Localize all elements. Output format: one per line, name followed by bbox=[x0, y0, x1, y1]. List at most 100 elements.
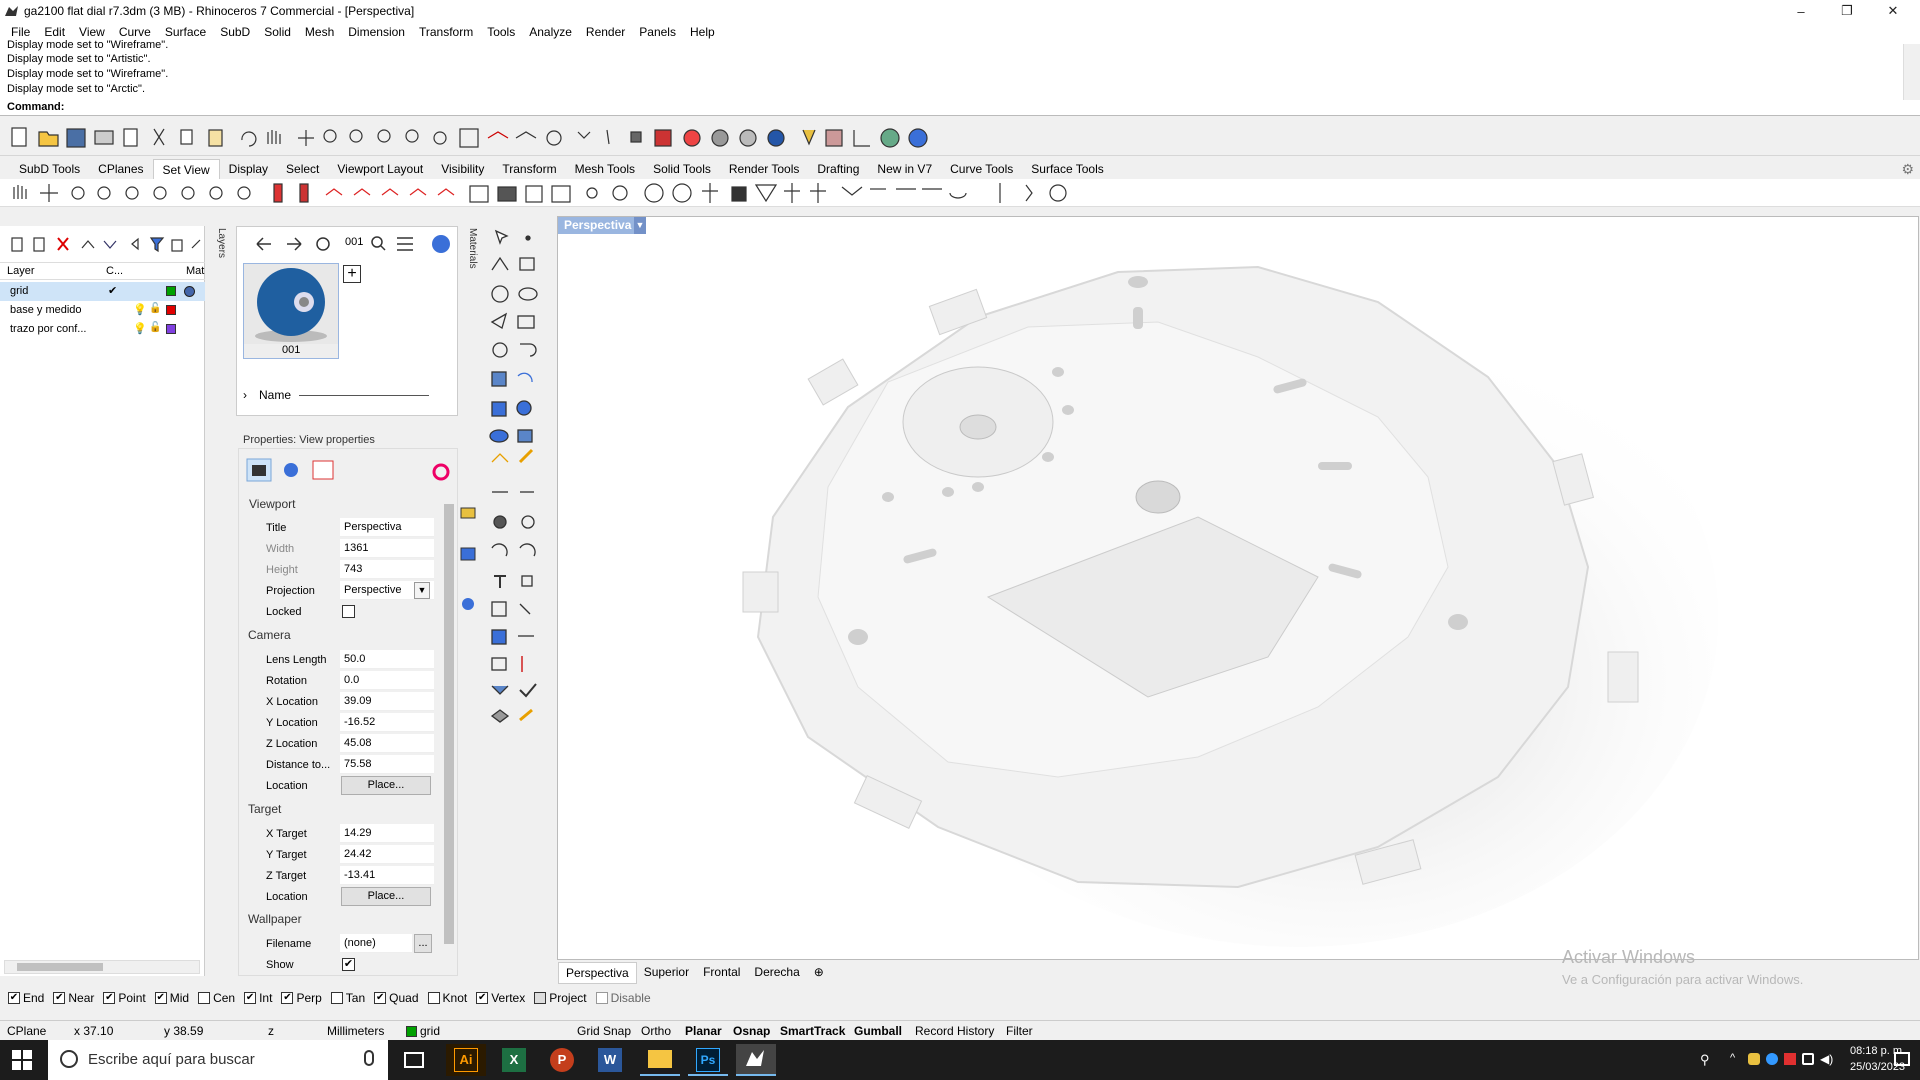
person-icon[interactable]: ⚲ bbox=[1700, 1052, 1710, 1068]
menu-tools[interactable]: Tools bbox=[480, 22, 522, 42]
layer-row-trazo[interactable]: trazo por conf... 💡 🔓 bbox=[0, 320, 205, 339]
osnap-checkbox[interactable] bbox=[534, 992, 547, 1004]
menu-panels[interactable]: Panels bbox=[632, 22, 683, 42]
menu-solid[interactable]: Solid bbox=[257, 22, 298, 42]
place-target-button[interactable]: Place... bbox=[341, 887, 431, 906]
microphone-icon[interactable] bbox=[364, 1050, 374, 1066]
filter-toggle[interactable]: Filter bbox=[1006, 1024, 1033, 1038]
layer-material-icon[interactable] bbox=[184, 286, 195, 297]
illustrator-app-icon[interactable]: Ai bbox=[446, 1044, 486, 1076]
tab-new-in-v7[interactable]: New in V7 bbox=[868, 159, 941, 179]
viewport-tab-perspectiva[interactable]: Perspectiva bbox=[558, 962, 637, 984]
tray-app-icon[interactable] bbox=[1748, 1053, 1760, 1065]
layer-row-base-y-medido[interactable]: base y medido 💡 🔓 bbox=[0, 301, 205, 320]
add-viewport-tab-icon[interactable]: ⊕ bbox=[807, 962, 831, 984]
panel-side-icons[interactable] bbox=[458, 500, 480, 610]
history-scrollbar[interactable] bbox=[1903, 44, 1920, 100]
osnap-disable[interactable]: Disable bbox=[595, 991, 651, 1005]
grid-snap-toggle[interactable]: Grid Snap bbox=[577, 1024, 631, 1038]
lightbulb-icon[interactable]: 💡 bbox=[133, 303, 147, 316]
locked-checkbox[interactable] bbox=[342, 605, 355, 618]
osnap-checkbox[interactable]: ✔ bbox=[8, 992, 20, 1004]
osnap-checkbox[interactable]: ✔ bbox=[244, 992, 257, 1004]
materials-panel-tab[interactable]: Materials bbox=[462, 228, 478, 298]
restore-button[interactable]: ❐ bbox=[1824, 0, 1870, 22]
lightbulb-icon[interactable]: 💡 bbox=[133, 322, 147, 335]
layers-hscrollbar[interactable] bbox=[4, 960, 200, 974]
osnap-near[interactable]: ✔ Near bbox=[53, 991, 94, 1005]
rhino-app-icon[interactable] bbox=[736, 1044, 776, 1076]
properties-scrollbar[interactable] bbox=[442, 490, 456, 970]
prop-value-z-location[interactable]: 45.08 bbox=[340, 734, 434, 753]
prop-value-y-location[interactable]: -16.52 bbox=[340, 713, 434, 732]
osnap-perp[interactable]: ✔ Perp bbox=[281, 991, 322, 1005]
prop-value-rotation[interactable]: 0.0 bbox=[340, 671, 434, 690]
osnap-checkbox[interactable] bbox=[330, 992, 343, 1004]
place-camera-button[interactable]: Place... bbox=[341, 776, 431, 795]
tab-curve-tools[interactable]: Curve Tools bbox=[941, 159, 1022, 179]
unlock-icon[interactable]: 🔓 bbox=[149, 322, 161, 333]
menu-dimension[interactable]: Dimension bbox=[341, 22, 412, 42]
tray-app-icon[interactable] bbox=[1784, 1053, 1796, 1065]
tab-solid-tools[interactable]: Solid Tools bbox=[644, 159, 720, 179]
chevron-up-icon[interactable]: ^ bbox=[1730, 1052, 1735, 1064]
viewport-menu-chevron-icon[interactable]: ▼ bbox=[634, 217, 646, 234]
current-layer[interactable]: grid bbox=[420, 1024, 440, 1038]
tab-display[interactable]: Display bbox=[220, 159, 277, 179]
tab-drafting[interactable]: Drafting bbox=[808, 159, 868, 179]
tab-mesh-tools[interactable]: Mesh Tools bbox=[566, 159, 644, 179]
taskbar-search-box[interactable]: Escribe aquí para buscar bbox=[48, 1040, 388, 1080]
viewport-tab-derecha[interactable]: Derecha bbox=[747, 962, 806, 984]
viewport-title[interactable]: Perspectiva bbox=[558, 217, 638, 234]
layer-color-swatch[interactable] bbox=[166, 324, 176, 334]
osnap-checkbox[interactable] bbox=[198, 992, 211, 1004]
powerpoint-app-icon[interactable]: P bbox=[542, 1044, 582, 1076]
prop-value-x-target[interactable]: 14.29 bbox=[340, 824, 434, 843]
prop-value-lens[interactable]: 50.0 bbox=[340, 650, 434, 669]
osnap-vertex[interactable]: ✔ Vertex bbox=[476, 991, 525, 1005]
layer-color-swatch[interactable] bbox=[166, 305, 176, 315]
osnap-checkbox[interactable]: ✔ bbox=[281, 992, 294, 1004]
prop-value-y-target[interactable]: 24.42 bbox=[340, 845, 434, 864]
windows-start-icon[interactable] bbox=[12, 1050, 32, 1070]
file-explorer-app-icon[interactable] bbox=[640, 1044, 680, 1076]
tab-cplanes[interactable]: CPlanes bbox=[89, 159, 152, 179]
chevron-down-icon[interactable]: ▼ bbox=[414, 582, 430, 599]
osnap-checkbox[interactable] bbox=[427, 992, 440, 1004]
osnap-int[interactable]: ✔ Int bbox=[244, 991, 272, 1005]
osnap-tan[interactable]: Tan bbox=[330, 991, 365, 1005]
layer-color-swatch[interactable] bbox=[166, 286, 176, 296]
volume-icon[interactable]: ◀) bbox=[1820, 1052, 1833, 1066]
osnap-checkbox[interactable]: ✔ bbox=[476, 992, 489, 1004]
osnap-checkbox[interactable]: ✔ bbox=[53, 992, 66, 1004]
set-view-toolbar-icons[interactable] bbox=[0, 179, 1080, 207]
add-material-button[interactable]: + bbox=[343, 265, 361, 283]
planar-toggle[interactable]: Planar bbox=[685, 1024, 722, 1038]
material-search-value[interactable]: 001 bbox=[345, 236, 363, 248]
material-name-header[interactable]: › Name bbox=[237, 385, 457, 405]
tab-viewport-layout[interactable]: Viewport Layout bbox=[328, 159, 432, 179]
tab-set-view[interactable]: Set View bbox=[152, 159, 220, 179]
layers-panel-tab[interactable]: Layers bbox=[207, 228, 227, 282]
prop-value-distance[interactable]: 75.58 bbox=[340, 755, 434, 774]
task-view-icon[interactable] bbox=[404, 1052, 424, 1068]
osnap-knot[interactable]: Knot bbox=[427, 991, 467, 1005]
viewport-tab-frontal[interactable]: Frontal bbox=[696, 962, 747, 984]
properties-toolbar[interactable] bbox=[239, 457, 459, 485]
menu-subd[interactable]: SubD bbox=[213, 22, 257, 42]
network-icon[interactable] bbox=[1802, 1053, 1814, 1065]
ortho-toggle[interactable]: Ortho bbox=[641, 1024, 671, 1038]
osnap-end[interactable]: ✔ End bbox=[8, 991, 44, 1005]
osnap-project[interactable]: Project bbox=[534, 991, 587, 1005]
osnap-point[interactable]: ✔ Point bbox=[103, 991, 146, 1005]
viewport-tab-superior[interactable]: Superior bbox=[637, 962, 696, 984]
show-wallpaper-checkbox[interactable]: ✔ bbox=[342, 958, 355, 971]
menu-analyze[interactable]: Analyze bbox=[522, 22, 579, 42]
osnap-mid[interactable]: ✔ Mid bbox=[154, 991, 189, 1005]
minimize-button[interactable]: – bbox=[1778, 0, 1824, 22]
cplane-label[interactable]: CPlane bbox=[7, 1024, 46, 1038]
unlock-icon[interactable]: 🔓 bbox=[149, 303, 161, 314]
tab-select[interactable]: Select bbox=[277, 159, 328, 179]
word-app-icon[interactable]: W bbox=[590, 1044, 630, 1076]
tab-surface-tools[interactable]: Surface Tools bbox=[1022, 159, 1113, 179]
